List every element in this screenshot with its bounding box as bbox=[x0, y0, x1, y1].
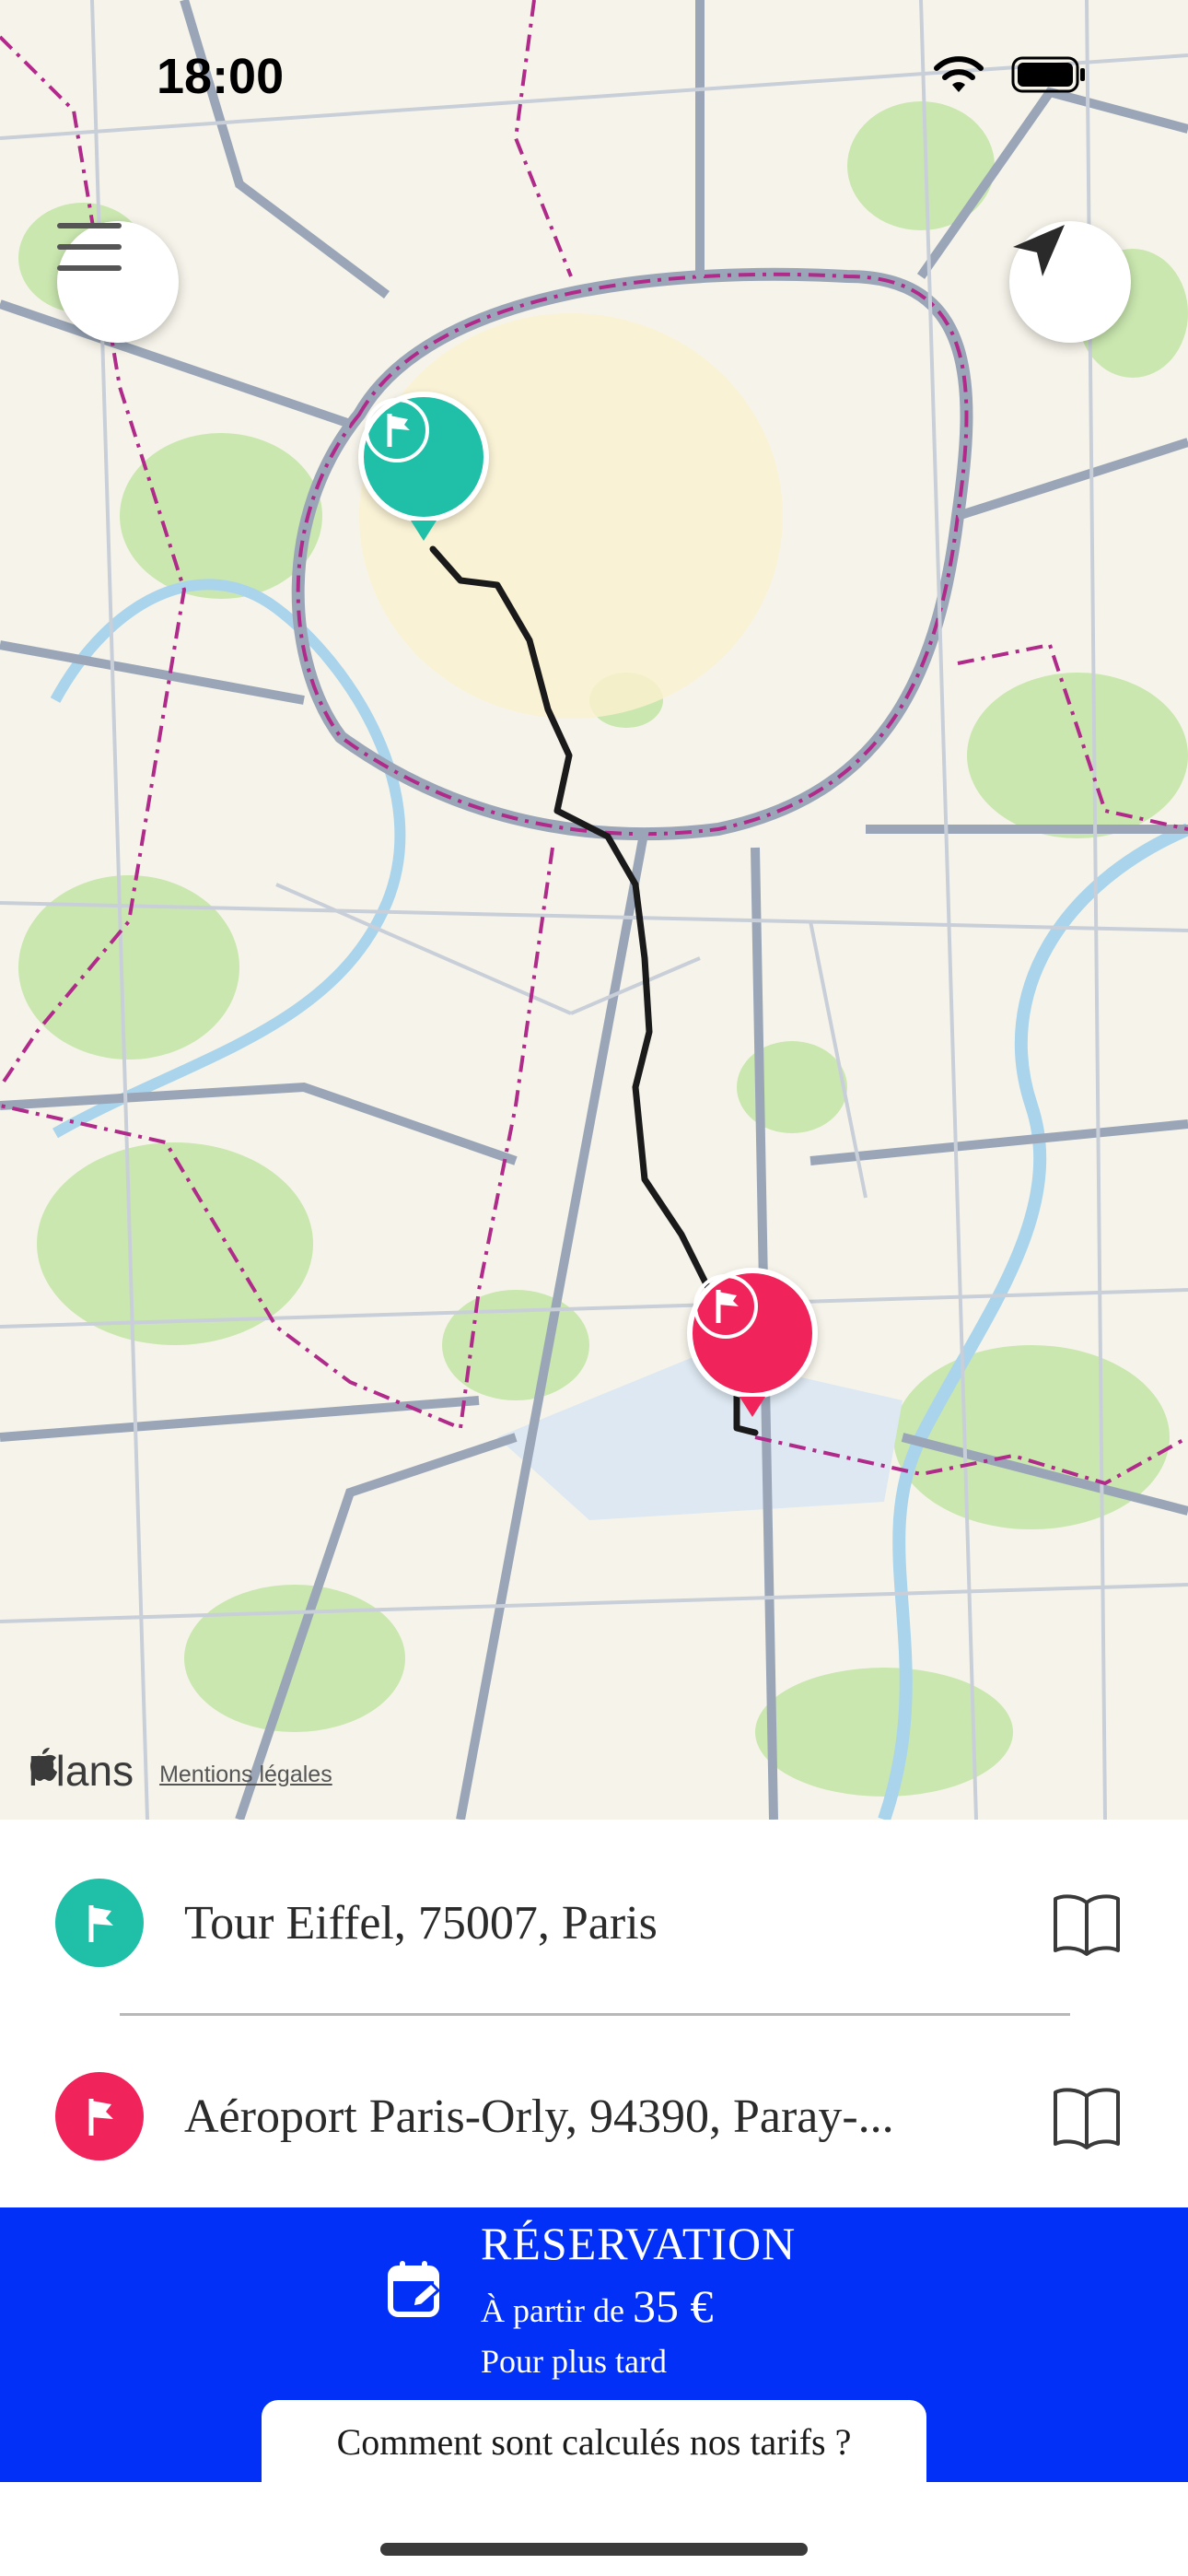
maps-logo: Plans bbox=[28, 1746, 134, 1796]
menu-button[interactable] bbox=[57, 221, 179, 343]
origin-marker bbox=[55, 1879, 144, 1967]
legal-notice-link[interactable]: Mentions légales bbox=[159, 1762, 332, 1788]
address-divider bbox=[120, 2013, 1070, 2016]
battery-icon bbox=[1011, 56, 1085, 93]
tariff-info-button[interactable]: Comment sont calculés nos tarifs ? bbox=[262, 2400, 926, 2483]
destination-pin[interactable] bbox=[687, 1268, 818, 1399]
destination-pin-tail bbox=[740, 1397, 765, 1417]
flag-icon bbox=[88, 1905, 113, 1942]
apple-logo-icon bbox=[30, 1748, 57, 1781]
booking-title: RÉSERVATION bbox=[481, 2218, 797, 2269]
booking-price: À partir de 35 € bbox=[481, 2279, 713, 2333]
location-arrow-icon bbox=[1013, 225, 1065, 276]
booking-price-amount: 35 € bbox=[632, 2280, 714, 2332]
map-attribution: Plans Mentions légales bbox=[28, 1746, 332, 1796]
booking-subtitle: Pour plus tard bbox=[481, 2343, 667, 2380]
address-book-icon[interactable] bbox=[1050, 1886, 1124, 1960]
flag-icon bbox=[88, 2099, 113, 2136]
origin-pin-tail bbox=[411, 521, 437, 541]
origin-address[interactable]: Tour Eiffel, 75007, Paris bbox=[184, 1896, 658, 1950]
flag-icon bbox=[365, 398, 429, 463]
origin-row[interactable]: Tour Eiffel, 75007, Paris bbox=[0, 1868, 1188, 1978]
calendar-edit-icon bbox=[388, 2261, 441, 2317]
destination-address[interactable]: Aéroport Paris-Orly, 94390, Paray-... bbox=[184, 2090, 894, 2144]
status-icons bbox=[932, 55, 1087, 94]
destination-row[interactable]: Aéroport Paris-Orly, 94390, Paray-... bbox=[0, 2061, 1188, 2172]
origin-pin[interactable] bbox=[358, 392, 489, 522]
booking-price-prefix: À partir de bbox=[481, 2292, 633, 2329]
address-book-icon[interactable] bbox=[1050, 2079, 1124, 2153]
status-bar: 18:00 bbox=[0, 0, 1188, 147]
flag-icon bbox=[693, 1274, 758, 1339]
locate-button[interactable] bbox=[1009, 221, 1131, 343]
status-time: 18:00 bbox=[157, 49, 285, 104]
destination-marker bbox=[55, 2072, 144, 2160]
map-view[interactable]: Plans Mentions légales bbox=[0, 0, 1188, 1820]
hamburger-icon bbox=[57, 223, 122, 271]
wifi-icon bbox=[934, 56, 984, 92]
home-indicator[interactable] bbox=[380, 2543, 808, 2556]
